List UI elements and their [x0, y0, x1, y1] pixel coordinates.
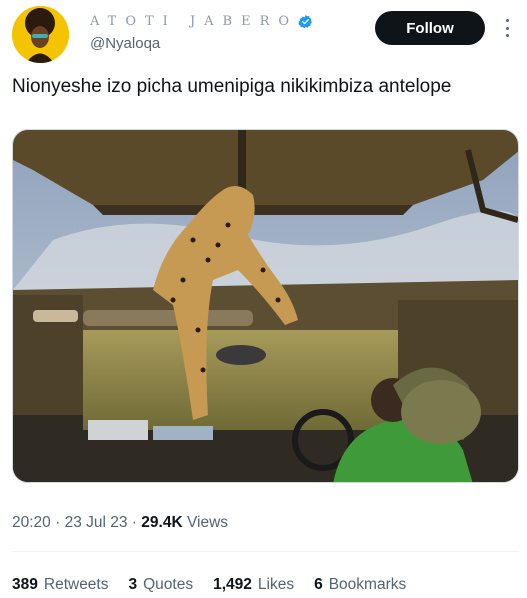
likes-stat[interactable]: 1,492 Likes	[213, 576, 294, 594]
retweets-stat[interactable]: 389 Retweets	[12, 576, 109, 594]
quotes-label: Quotes	[143, 576, 194, 593]
tweet-time[interactable]: 20:20	[12, 514, 51, 531]
follow-button[interactable]: Follow	[375, 11, 485, 45]
author-name-row: ATOTI JABERO	[90, 14, 313, 29]
bookmarks-stat[interactable]: 6 Bookmarks	[314, 576, 406, 594]
retweets-count: 389	[12, 576, 38, 593]
more-options-icon[interactable]	[500, 16, 514, 40]
views-count: 29.4K	[141, 514, 183, 531]
tweet-photo[interactable]	[12, 129, 519, 483]
divider	[12, 551, 519, 552]
retweets-label: Retweets	[43, 576, 109, 593]
tweet-meta: 20:20 · 23 Jul 23 · 29.4K Views	[12, 514, 228, 532]
avatar[interactable]	[12, 6, 69, 63]
engagement-stats: 389 Retweets 3 Quotes 1,492 Likes 6 Bookmark…	[12, 576, 426, 594]
quotes-stat[interactable]: 3 Quotes	[129, 576, 194, 594]
tweet-header: ATOTI JABERO @Nyaloqa Follow	[0, 0, 527, 70]
bookmarks-count: 6	[314, 576, 323, 593]
tweet-date[interactable]: 23 Jul 23	[65, 514, 128, 531]
bookmarks-label: Bookmarks	[328, 576, 407, 593]
avatar-illustration-icon	[12, 6, 69, 63]
meta-separator: ·	[50, 514, 65, 531]
author-handle[interactable]: @Nyaloqa	[90, 35, 160, 52]
likes-count: 1,492	[213, 576, 252, 593]
author-display-name[interactable]: ATOTI JABERO	[90, 14, 298, 29]
cheetah-safari-photo	[13, 130, 518, 482]
views-label: Views	[182, 514, 229, 531]
meta-separator: ·	[127, 514, 142, 531]
likes-label: Likes	[257, 576, 295, 593]
quotes-count: 3	[128, 576, 138, 593]
verified-badge-icon	[298, 14, 312, 29]
tweet-text: Nionyeshe izo picha umenipiga nikikimbiz…	[12, 76, 452, 97]
